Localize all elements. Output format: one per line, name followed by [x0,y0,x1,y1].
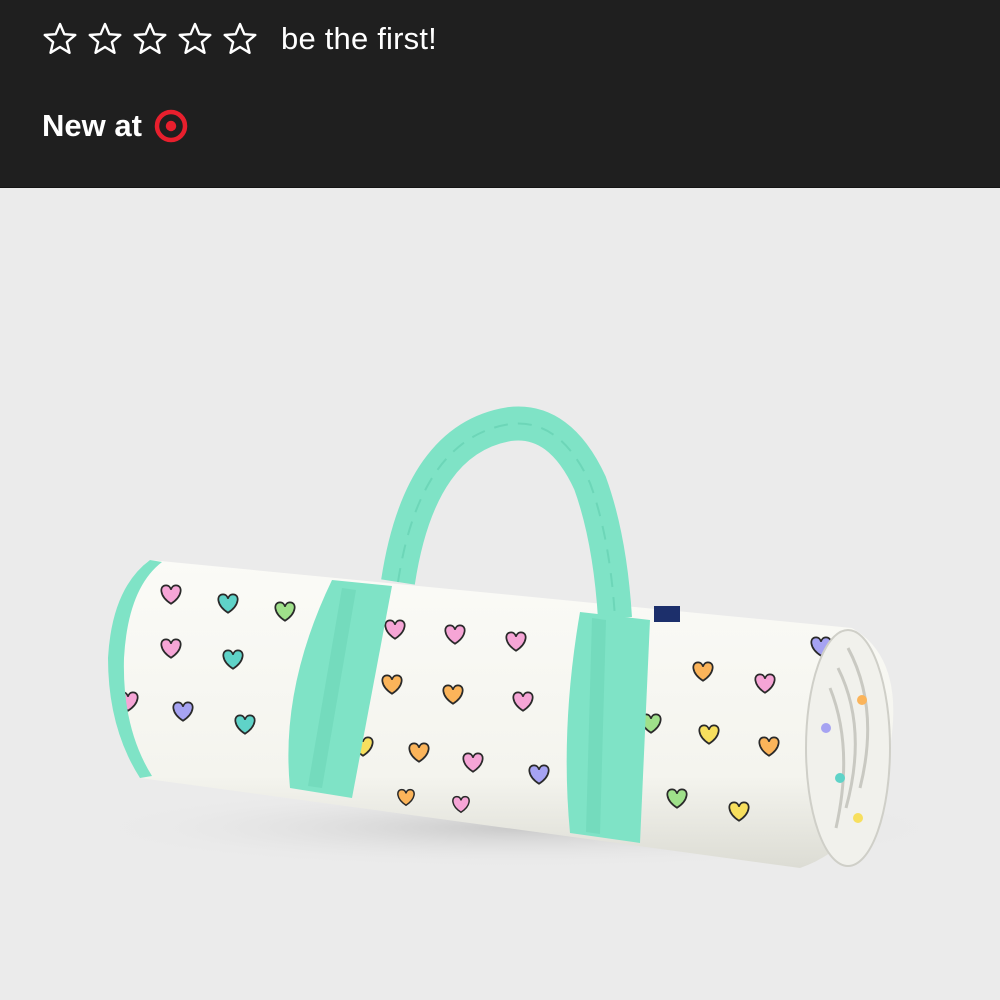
star-icon[interactable] [222,21,258,57]
target-bullseye-icon [154,109,188,143]
rolled-picnic-blanket-image [90,406,950,868]
star-icon[interactable] [177,21,213,57]
star-icon[interactable] [87,21,123,57]
star-icon[interactable] [132,21,168,57]
product-header: be the first! New at [0,0,1000,188]
new-at-badge: New at [42,104,188,148]
new-at-label: New at [42,108,142,143]
rating-prompt[interactable]: be the first! [281,18,437,60]
star-icon[interactable] [42,21,78,57]
rating-row[interactable]: be the first! [42,18,437,60]
product-image-area [0,188,1000,1000]
